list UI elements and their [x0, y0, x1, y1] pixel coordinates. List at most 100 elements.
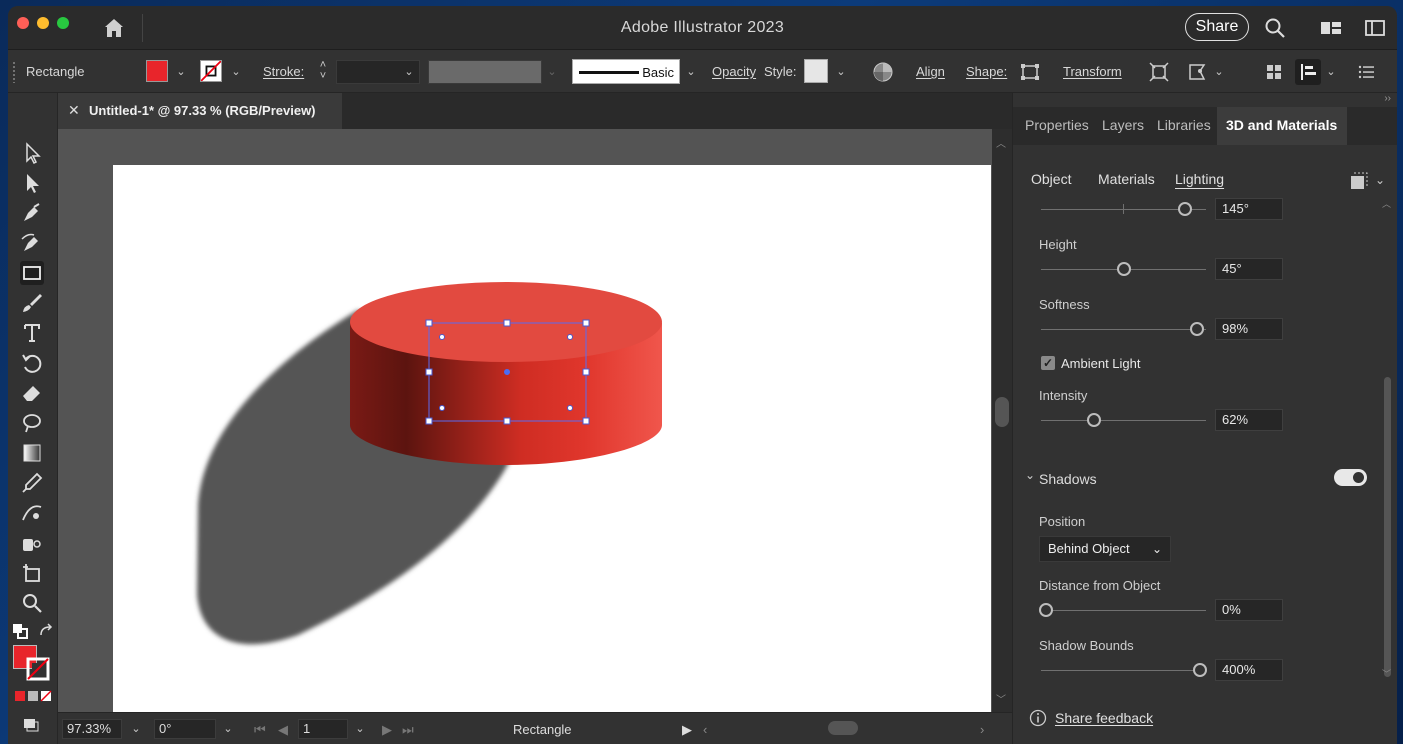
- softness-slider-knob[interactable]: [1190, 322, 1204, 336]
- share-feedback-link[interactable]: Share feedback: [1055, 710, 1153, 726]
- panel-scroll-up-icon[interactable]: ︿: [1382, 197, 1391, 210]
- intensity-slider-track[interactable]: [1041, 420, 1206, 421]
- height-value-field[interactable]: 45°: [1215, 258, 1283, 280]
- type-tool-icon[interactable]: [20, 321, 44, 345]
- rotation-value-field[interactable]: 145°: [1215, 198, 1283, 220]
- artboard-number-field[interactable]: 1: [298, 719, 348, 739]
- intensity-value-field[interactable]: 62%: [1215, 409, 1283, 431]
- transform-link[interactable]: Transform: [1063, 64, 1122, 79]
- tab-properties[interactable]: Properties: [1025, 117, 1089, 133]
- zoom-chevron-icon[interactable]: ⌄: [128, 717, 144, 741]
- brush-definition-field[interactable]: Basic: [572, 59, 680, 84]
- distance-value-field[interactable]: 0%: [1215, 599, 1283, 621]
- swap-fill-stroke-icon[interactable]: [38, 623, 54, 639]
- tab-3d-and-materials[interactable]: 3D and Materials: [1226, 117, 1337, 133]
- control-bar-grip[interactable]: [12, 61, 16, 83]
- subtab-lighting[interactable]: Lighting: [1175, 171, 1224, 187]
- share-button[interactable]: Share: [1185, 13, 1249, 41]
- hscroll-left-icon[interactable]: ‹: [703, 722, 707, 737]
- render-preview-icon[interactable]: [1350, 172, 1368, 190]
- transform-each-icon[interactable]: [1148, 61, 1170, 83]
- screen-mode-icon[interactable]: [22, 717, 40, 733]
- rotate-tool-icon[interactable]: [20, 351, 44, 375]
- shadow-bounds-slider-knob[interactable]: [1193, 663, 1207, 677]
- hscroll-right-icon[interactable]: ›: [980, 722, 984, 737]
- workspace-icon[interactable]: [1319, 16, 1343, 40]
- panel-menu-icon[interactable]: [1356, 61, 1378, 83]
- curvature-tool-icon[interactable]: [20, 231, 44, 255]
- first-artboard-icon[interactable]: ⏮: [254, 722, 266, 738]
- artboard[interactable]: [113, 165, 991, 712]
- distance-slider-track[interactable]: [1041, 610, 1206, 611]
- shadows-toggle[interactable]: [1334, 469, 1367, 486]
- shadow-bounds-value-field[interactable]: 400%: [1215, 659, 1283, 681]
- rotation-slider-knob[interactable]: [1178, 202, 1192, 216]
- paintbrush-tool-icon[interactable]: [20, 291, 44, 315]
- collapse-panel-icon[interactable]: ››: [1384, 93, 1391, 104]
- text-align-icon[interactable]: [1295, 59, 1321, 85]
- panel-scroll-down-icon[interactable]: ﹀: [1382, 667, 1391, 680]
- rotation-field[interactable]: 0°: [154, 719, 216, 739]
- stroke-dropdown-chevron-icon[interactable]: ⌄: [227, 60, 245, 84]
- canvas-vertical-scrollbar[interactable]: ︿ ﹀: [992, 129, 1012, 712]
- blend-tool-icon[interactable]: [20, 501, 44, 525]
- shadow-bounds-slider-track[interactable]: [1041, 670, 1206, 671]
- last-artboard-icon[interactable]: ⏭: [402, 722, 414, 738]
- selection-tool-icon[interactable]: [20, 141, 44, 165]
- intensity-slider-knob[interactable]: [1087, 413, 1101, 427]
- stroke-weight-stepper[interactable]: ˄ ˅: [314, 60, 332, 84]
- direct-selection-tool-icon[interactable]: [20, 171, 44, 195]
- panel-toggle-icon[interactable]: [1363, 16, 1387, 40]
- stroke-color-box[interactable]: [26, 657, 50, 681]
- align-link[interactable]: Align: [916, 64, 945, 79]
- softness-slider-track[interactable]: [1041, 329, 1206, 330]
- document-tab[interactable]: ✕ Untitled-1* @ 97.33 % (RGB/Preview): [58, 93, 342, 129]
- variable-width-chevron-icon[interactable]: ⌄: [543, 60, 561, 84]
- eyedropper-tool-icon[interactable]: [20, 471, 44, 495]
- default-fill-stroke-icon[interactable]: [12, 623, 28, 639]
- tab-libraries[interactable]: Libraries: [1157, 117, 1211, 133]
- panel-scroll-thumb[interactable]: [1384, 377, 1391, 677]
- tab-layers[interactable]: Layers: [1102, 117, 1144, 133]
- zoom-level-field[interactable]: 97.33%: [62, 719, 122, 739]
- stroke-weight-chevron-icon[interactable]: ⌄: [400, 60, 418, 84]
- fill-swatch[interactable]: [146, 60, 168, 82]
- symbol-sprayer-tool-icon[interactable]: [20, 531, 44, 555]
- opacity-label[interactable]: Opacity: [712, 64, 756, 79]
- graphic-style-swatch[interactable]: [804, 59, 828, 83]
- stroke-label[interactable]: Stroke:: [263, 64, 304, 79]
- status-menu-arrow-icon[interactable]: ▶: [682, 722, 692, 738]
- scroll-up-icon[interactable]: ︿: [996, 135, 1006, 150]
- next-artboard-icon[interactable]: ▶: [382, 722, 392, 738]
- rotation-chevron-icon[interactable]: ⌄: [220, 717, 236, 741]
- gradient-tool-icon[interactable]: [20, 441, 44, 465]
- brush-dropdown-chevron-icon[interactable]: ⌄: [682, 60, 700, 84]
- rectangle-tool-icon[interactable]: [20, 261, 44, 285]
- grid-arrange-icon[interactable]: [1263, 61, 1285, 83]
- artboard-tool-icon[interactable]: [20, 561, 44, 585]
- canvas-area[interactable]: [58, 129, 992, 712]
- fill-dropdown-chevron-icon[interactable]: ⌄: [172, 60, 190, 84]
- align-options-chevron-icon[interactable]: ⌄: [1322, 60, 1340, 84]
- softness-value-field[interactable]: 98%: [1215, 318, 1283, 340]
- eraser-tool-icon[interactable]: [20, 381, 44, 405]
- shadow-position-select[interactable]: Behind Object ⌄: [1039, 536, 1171, 562]
- ambient-light-checkbox[interactable]: ✓: [1041, 356, 1055, 370]
- zoom-tool-icon[interactable]: [20, 591, 44, 615]
- subtab-materials[interactable]: Materials: [1098, 171, 1155, 187]
- height-slider-knob[interactable]: [1117, 262, 1131, 276]
- horizontal-scroll-thumb[interactable]: [828, 721, 858, 735]
- render-options-chevron-icon[interactable]: ⌄: [1375, 173, 1385, 187]
- variable-width-profile[interactable]: [428, 60, 542, 84]
- canvas-scroll-thumb[interactable]: [995, 397, 1009, 427]
- pen-tool-icon[interactable]: [20, 201, 44, 225]
- close-document-icon[interactable]: ✕: [68, 102, 80, 119]
- panel-scrollbar[interactable]: ︿ ﹀: [1382, 197, 1394, 679]
- puppet-warp-chevron-icon[interactable]: ⌄: [1210, 60, 1228, 84]
- puppet-warp-icon[interactable]: [1186, 61, 1208, 83]
- lasso-tool-icon[interactable]: [20, 411, 44, 435]
- artboard-chevron-icon[interactable]: ⌄: [352, 717, 368, 741]
- stroke-swatch-none-icon[interactable]: [200, 60, 222, 82]
- shape-bounds-icon[interactable]: [1019, 61, 1041, 83]
- shadows-collapse-chevron-icon[interactable]: ⌄: [1025, 468, 1035, 482]
